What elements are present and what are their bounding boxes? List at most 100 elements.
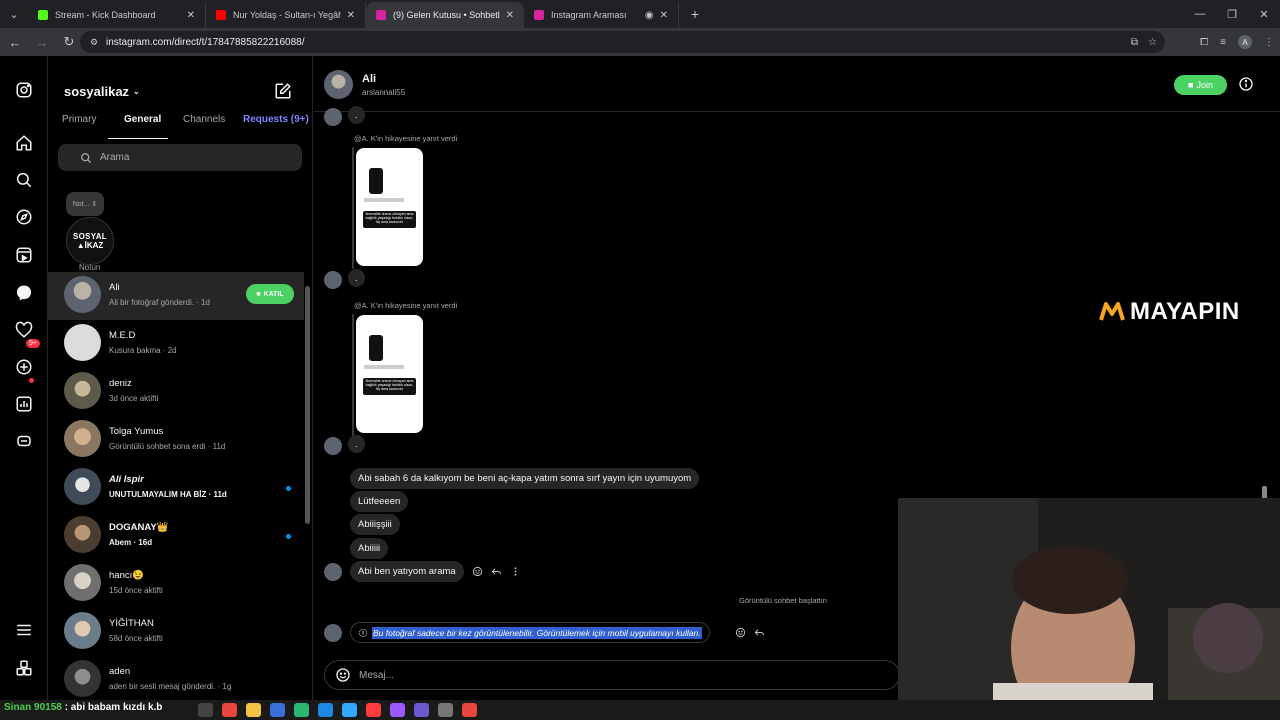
message-bubble: Abi ben yatıyom arama: [350, 561, 464, 582]
browser-tab-youtube[interactable]: Nur Yoldaş - Sultan-ı Yegâh (Of ✕: [206, 2, 366, 28]
chrome-active-icon[interactable]: [462, 703, 477, 717]
photoshop-icon[interactable]: [342, 703, 357, 717]
premiere-icon[interactable]: [414, 703, 429, 717]
close-window-icon[interactable]: ✕: [1248, 0, 1280, 28]
story-textbox: Normalde aranız olmayan ama bağlılık yaş…: [363, 211, 416, 228]
search-box[interactable]: [58, 144, 302, 171]
avatar: [64, 468, 101, 505]
menu-icon[interactable]: [12, 618, 36, 642]
thread-item-med[interactable]: M.E.D Kusura bakma · 2d: [48, 320, 304, 368]
close-icon[interactable]: ✕: [506, 10, 514, 21]
media-controls-icon[interactable]: ≡: [1220, 37, 1226, 48]
thread-item-aden[interactable]: aden aden bir sesli mesaj gönderdi. · 1g: [48, 656, 304, 700]
forward-icon[interactable]: →: [30, 30, 54, 54]
edge-icon[interactable]: [294, 703, 309, 717]
reels-icon[interactable]: [12, 243, 36, 267]
reply-icon[interactable]: [491, 566, 502, 577]
close-icon[interactable]: ✕: [187, 10, 195, 21]
info-icon[interactable]: [1238, 76, 1254, 92]
chrome-icon[interactable]: [222, 703, 237, 717]
address-bar[interactable]: ⚙ instagram.com/direct/t/178478858222160…: [80, 31, 1165, 53]
message-bubble: .: [348, 106, 365, 124]
emoji-react-icon[interactable]: [472, 566, 483, 577]
phone-image: [369, 335, 383, 361]
browser-tab-instagram-inbox[interactable]: (9) Gelen Kutusu • Sohbetler ✕: [366, 2, 524, 28]
browser-tab-kick[interactable]: Stream - Kick Dashboard ✕: [28, 2, 206, 28]
contact-avatar[interactable]: [324, 70, 353, 99]
inbox-scrollbar[interactable]: [305, 286, 310, 524]
story-reply-label: @A. K'in hikayesine yanıt verdi: [354, 301, 458, 310]
home-icon[interactable]: [12, 131, 36, 155]
more-icon[interactable]: [12, 656, 36, 680]
account-switcher[interactable]: sosyalikaz ⌄: [64, 84, 140, 99]
view-once-photo-message[interactable]: Bu fotoğraf sadece bir kez görüntülenebi…: [350, 622, 710, 643]
ticker-username: Sinan 90158: [4, 702, 62, 713]
new-tab-button[interactable]: +: [683, 6, 707, 22]
more-options-icon[interactable]: [510, 566, 521, 577]
thread-preview: 15d önce aktifti: [109, 586, 163, 595]
discord-icon[interactable]: [390, 703, 405, 717]
browser-tab-bar: ⌄ Stream - Kick Dashboard ✕ Nur Yoldaş -…: [0, 0, 1280, 28]
thread-item-ali[interactable]: Ali Ali bir fotoğraf gönderdi. · 1d ■ KA…: [48, 272, 304, 320]
sender-avatar: [324, 437, 342, 455]
system-message: Görüntülü sohbet başlattın: [739, 596, 827, 605]
messenger-icon[interactable]: [12, 281, 36, 305]
app-icon[interactable]: [270, 703, 285, 717]
tab-title: Nur Yoldaş - Sultan-ı Yegâh (Of: [233, 10, 341, 20]
dashboard-icon[interactable]: [12, 392, 36, 416]
message-input[interactable]: [359, 669, 899, 681]
restore-icon[interactable]: ❐: [1216, 0, 1248, 28]
instagram-logo-icon[interactable]: [12, 78, 36, 102]
tab-search-chevron-icon[interactable]: ⌄: [0, 0, 28, 28]
profile-avatar[interactable]: A: [1238, 35, 1252, 49]
search-input[interactable]: [100, 152, 280, 163]
store-icon[interactable]: [318, 703, 333, 717]
bookmark-star-icon[interactable]: ☆: [1148, 37, 1157, 48]
obs-icon[interactable]: [438, 703, 453, 717]
explore-icon[interactable]: [12, 205, 36, 229]
reload-icon[interactable]: ↻: [57, 30, 81, 54]
thread-item-doganay[interactable]: DOGANAY👑 Abem · 16d: [48, 512, 304, 560]
heart-icon[interactable]: [12, 318, 36, 342]
create-icon[interactable]: [12, 355, 36, 379]
story-thumbnail[interactable]: Normalde aranız olmayan ama bağlılık yaş…: [356, 315, 423, 433]
search-icon[interactable]: [12, 168, 36, 192]
close-icon[interactable]: ✕: [660, 10, 668, 21]
join-call-button[interactable]: ■ KATIL: [246, 284, 294, 304]
install-app-icon[interactable]: ⧉: [1131, 37, 1138, 48]
message-composer[interactable]: [324, 660, 900, 690]
note-avatar[interactable]: SOSYAL ▲İKAZ: [66, 217, 114, 265]
close-icon[interactable]: ✕: [347, 10, 355, 21]
compose-icon[interactable]: [274, 82, 292, 100]
reply-icon[interactable]: [754, 627, 765, 638]
threads-icon[interactable]: [12, 429, 36, 453]
thread-item-yigithan[interactable]: YİĞİTHAN 58d önce aktifti: [48, 608, 304, 656]
thread-item-hanci[interactable]: hancı😉 15d önce aktifti: [48, 560, 304, 608]
browser-tab-instagram-search[interactable]: Instagram Araması ◉ ✕: [524, 2, 679, 28]
tab-primary[interactable]: Primary: [62, 114, 96, 125]
logo-text: MAYAPIN: [1130, 298, 1240, 325]
site-info-icon[interactable]: ⚙: [88, 36, 100, 48]
tab-channels[interactable]: Channels: [183, 114, 225, 125]
thread-item-ali-ispir[interactable]: Ali Ispir UNUTULMAYALIM HA BİZ · 11d: [48, 464, 304, 512]
file-explorer-icon[interactable]: [246, 703, 261, 717]
tab-requests[interactable]: Requests (9+): [243, 114, 309, 125]
thread-item-deniz[interactable]: deniz 3d önce aktifti: [48, 368, 304, 416]
thread-item-tolga[interactable]: Tolga Yumus Görüntülü sohbet sona erdi ·…: [48, 416, 304, 464]
minimize-icon[interactable]: —: [1184, 0, 1216, 28]
browser-menu-icon[interactable]: ⋮: [1264, 37, 1274, 48]
emoji-react-icon[interactable]: [735, 627, 746, 638]
illustrator-icon[interactable]: [366, 703, 381, 717]
task-view-icon[interactable]: [198, 703, 213, 717]
mayapin-logo-icon: [1099, 302, 1125, 321]
emoji-picker-icon[interactable]: [335, 667, 351, 683]
contact-name[interactable]: Ali: [362, 73, 376, 85]
join-call-button[interactable]: ■ Join: [1174, 75, 1227, 95]
extensions-icon[interactable]: ⧠: [1200, 37, 1208, 48]
instagram-icon: [534, 10, 544, 20]
tab-general[interactable]: General: [124, 114, 161, 125]
story-thumbnail[interactable]: Normalde aranız olmayan ama bağlılık yaş…: [356, 148, 423, 266]
note-bubble[interactable]: Not... ⇕: [66, 192, 104, 216]
back-icon[interactable]: ←: [3, 30, 27, 54]
unread-dot: [286, 486, 291, 491]
